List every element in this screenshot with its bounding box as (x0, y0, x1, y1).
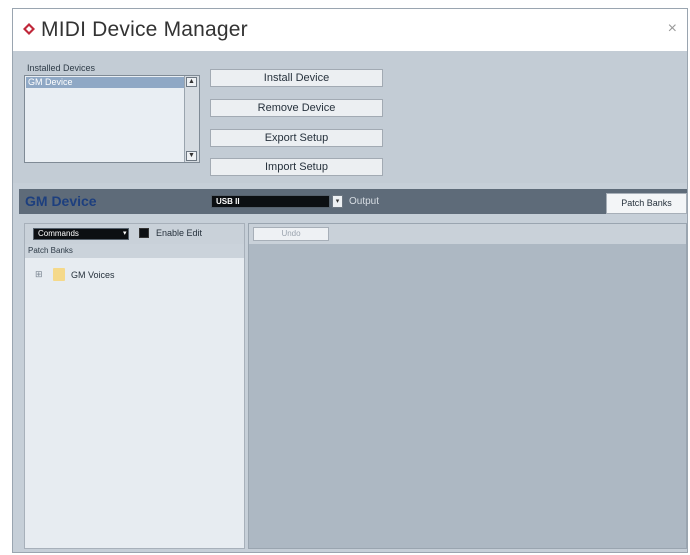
list-scrollbar[interactable]: ▲ ▼ (184, 76, 199, 162)
output-label: Output (349, 196, 380, 207)
import-setup-button[interactable]: Import Setup (210, 158, 383, 176)
output-dropdown-icon[interactable]: ▾ (332, 195, 343, 208)
install-device-button[interactable]: Install Device (210, 69, 383, 87)
installed-devices-list[interactable]: GM Device ▲ ▼ (24, 75, 200, 163)
installed-devices-label: Installed Devices (27, 63, 96, 73)
folder-icon (53, 268, 65, 281)
detail-toolbar: Undo (249, 224, 686, 244)
device-name: GM Device (25, 193, 97, 209)
expand-icon[interactable]: ⊞ (35, 269, 43, 280)
patch-banks-header: Patch Banks (25, 244, 244, 258)
undo-button[interactable]: Undo (253, 227, 329, 241)
device-header-bar: GM Device USB II ▾ Output Patch Banks (19, 189, 687, 214)
scroll-down-icon[interactable]: ▼ (186, 151, 197, 161)
enable-edit-label: Enable Edit (156, 228, 203, 238)
output-select[interactable]: USB II (211, 195, 330, 208)
title-bar: MIDI Device Manager × (13, 9, 687, 51)
remove-device-button[interactable]: Remove Device (210, 99, 383, 117)
window-title: MIDI Device Manager (41, 18, 248, 41)
patch-banks-panel: Commands ▾ Enable Edit Patch Banks ⊞ GM … (24, 223, 245, 549)
patch-banks-tab[interactable]: Patch Banks (606, 193, 687, 214)
scroll-up-icon[interactable]: ▲ (186, 77, 197, 87)
enable-edit-checkbox[interactable] (139, 228, 149, 238)
installed-devices-area: Installed Devices GM Device ▲ ▼ Install … (13, 51, 687, 183)
commands-select[interactable]: Commands (33, 228, 129, 240)
cubase-diamond-icon (23, 23, 35, 35)
patch-toolbar: Commands ▾ Enable Edit (25, 224, 244, 244)
close-icon[interactable]: × (668, 20, 677, 38)
midi-device-manager-window: MIDI Device Manager × Installed Devices … (12, 8, 688, 553)
chevron-down-icon[interactable]: ▾ (123, 229, 127, 237)
tree-item-label: GM Voices (71, 270, 115, 280)
patch-detail-panel: Undo (248, 223, 687, 549)
list-item-gm-device[interactable]: GM Device (26, 77, 184, 88)
export-setup-button[interactable]: Export Setup (210, 129, 383, 147)
tree-item-gm-voices[interactable]: ⊞ GM Voices (35, 268, 235, 284)
